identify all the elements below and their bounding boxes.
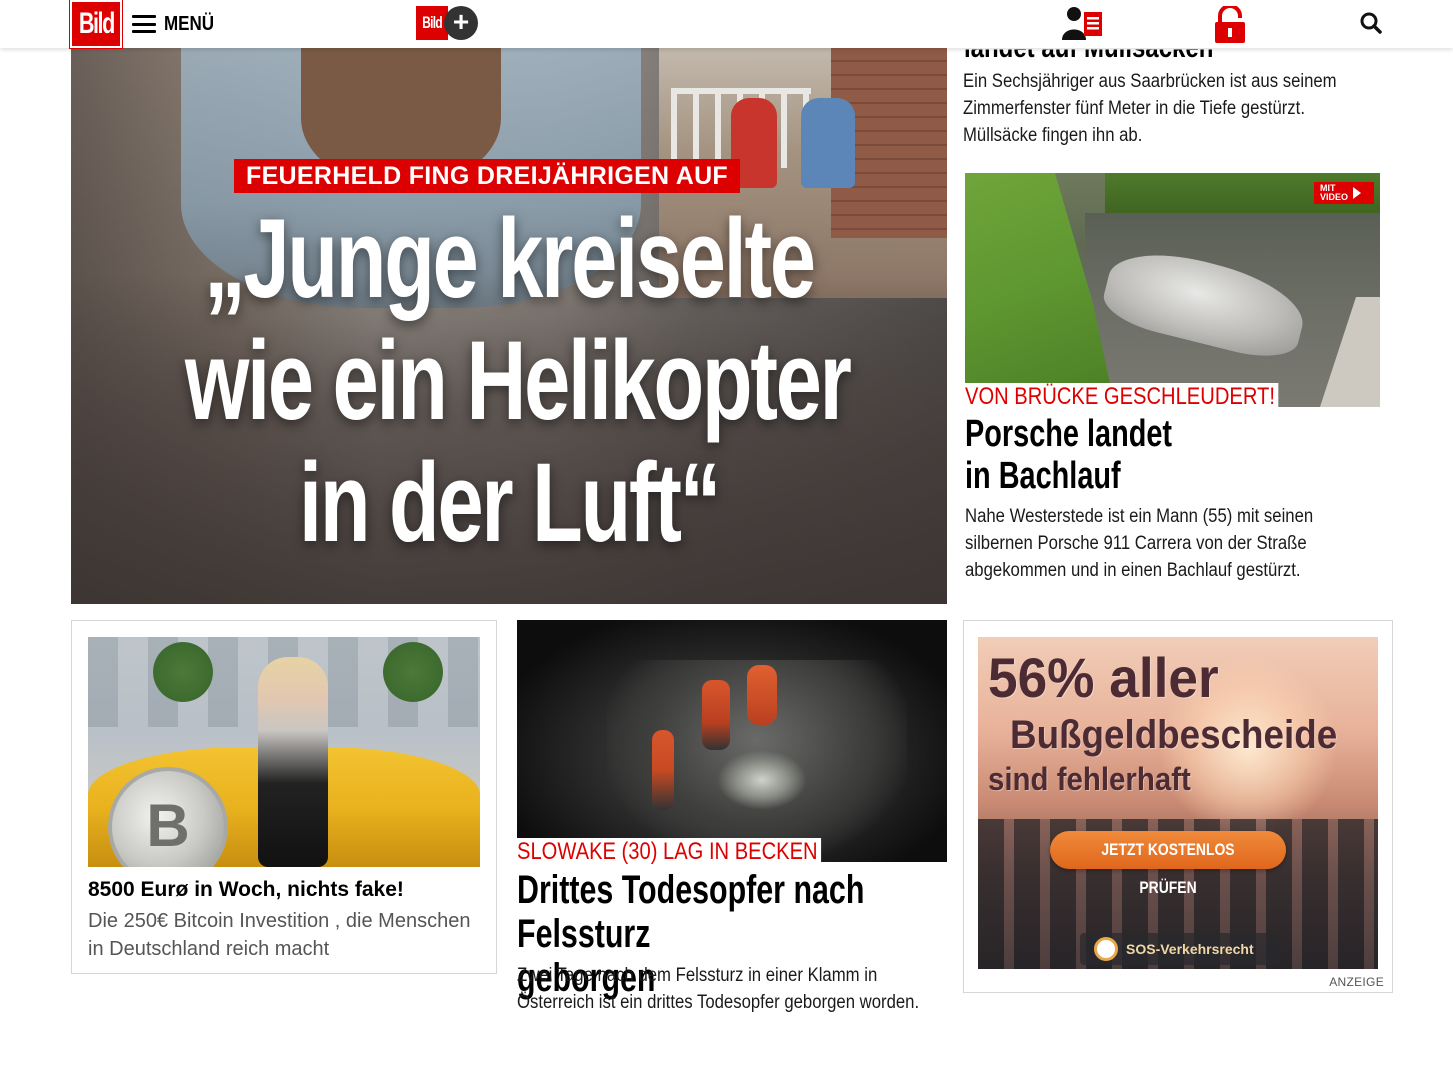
rescuer [652,730,674,810]
plus-icon: + [444,6,478,40]
sos-logo-icon [1094,937,1118,961]
ad-cta-button[interactable]: JETZT KOSTENLOS PRÜFEN [1050,831,1286,897]
hero-kicker: FEUERHELD FING DREIJÄHRIGEN AUF [234,159,741,193]
hero-photo-figure [801,98,855,188]
hero-teaser[interactable]: FEUERHELD FING DREIJÄHRIGEN AUF „Junge k… [71,48,947,604]
bitcoin-ad-title: 8500 Eurø in Woch, nichts fake! [88,878,404,901]
hero-headline: „Junge kreiselte wie ein Helikopter in d… [71,198,947,564]
bitcoin-ad-subtitle: Die 250€ Bitcoin Investition , die Mensc… [88,910,471,960]
hero-headline-line: „Junge kreiselte [204,196,816,321]
ad-headline-line: 56% aller [988,646,1219,709]
bitcoin-ad[interactable]: B 8500 Eurø in Woch, nichts fake! Die 25… [71,620,497,974]
ad-brand-name: SOS-Verkehrsrecht [1126,941,1254,957]
lock-icon[interactable] [1212,4,1252,43]
hero-headline-line: in der Luft“ [299,440,721,565]
palm [148,637,218,707]
bild-logo[interactable]: Bild [69,0,123,49]
porsche-kicker-wrap: VON BRÜCKE GESCHLEUDERT! [965,383,1338,411]
video-badge[interactable]: MIT VIDEO [1314,182,1374,204]
ad-label: ANZEIGE [1329,975,1384,989]
saarbruecken-teaser[interactable]: Ein Sechsjähriger aus Saarbrücken ist au… [963,68,1433,149]
hero-headline-line: wie ein Helikopter [184,318,852,443]
woman [258,657,328,867]
bussgeld-ad: 56% aller Bußgeldbescheide sind fehlerha… [963,620,1393,993]
felssturz-text: Zwei Tage nach dem Felssturz in einer Kl… [517,965,920,1013]
porsche-headline-line: in Bachlauf [965,455,1121,497]
video-badge-label: MIT VIDEO [1320,183,1349,202]
porsche-headline-line: Porsche landet [965,413,1173,455]
felssturz-kicker-wrap: SLOWAKE (30) LAG IN BECKEN [517,838,879,866]
ad-brand[interactable]: SOS-Verkehrsrecht [1080,933,1280,965]
porsche-teaser[interactable]: Nahe Westerstede ist ein Mann (55) mit s… [965,503,1435,584]
bild-logo-text: Bild [78,7,114,40]
palm [378,637,448,707]
menu-button[interactable]: MENÜ [132,9,223,39]
ad-headline-line: sind fehlerhaft [988,761,1191,797]
bildplus-logo[interactable]: Bild + [416,6,478,40]
felssturz-teaser[interactable]: Zwei Tage nach dem Felssturz in einer Kl… [517,962,987,1016]
porsche-image[interactable] [965,173,1380,407]
user-account-icon[interactable] [1062,6,1102,42]
saarbruecken-text: Ein Sechsjähriger aus Saarbrücken ist au… [963,71,1337,146]
rescuer [702,680,730,750]
porsche-kicker: VON BRÜCKE GESCHLEUDERT! [965,383,1279,411]
bussgeld-ad-banner[interactable]: 56% aller Bußgeldbescheide sind fehlerha… [978,637,1378,969]
porsche-headline[interactable]: Porsche landet in Bachlauf [965,413,1299,497]
hamburger-icon [132,15,156,33]
felssturz-kicker: SLOWAKE (30) LAG IN BECKEN [517,838,821,866]
porsche-text: Nahe Westerstede ist ein Mann (55) mit s… [965,506,1314,581]
bitcoin-ad-image: B [88,637,480,867]
play-icon [1353,187,1362,199]
search-icon[interactable] [1358,10,1384,36]
rescuer [747,665,777,725]
felssturz-headline-line: Drittes Todesopfer nach Felssturz [517,868,865,956]
site-header: Bild MENÜ Bild + [0,0,1453,49]
menu-label: MENÜ [164,12,215,35]
light [717,750,807,810]
felssturz-image[interactable] [517,620,947,862]
ad-headline-line: Bußgeldbescheide [1010,713,1338,757]
